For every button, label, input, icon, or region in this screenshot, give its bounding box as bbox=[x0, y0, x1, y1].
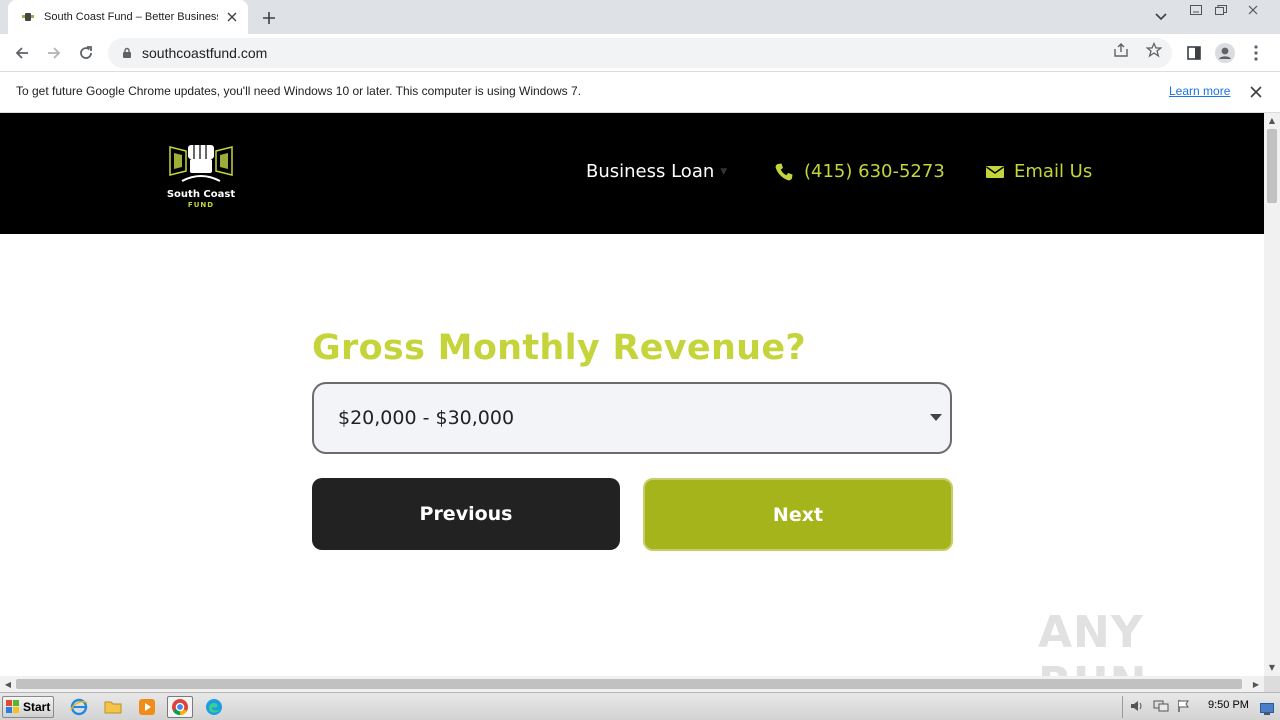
page-viewport: South Coast FUND Business Loan ▼ (415) 6… bbox=[0, 113, 1264, 676]
scroll-left-arrow-icon[interactable]: ◀ bbox=[0, 677, 16, 691]
nav-email-label: Email Us bbox=[1014, 161, 1093, 182]
taskbar-clock[interactable]: 9:50 PM bbox=[1208, 699, 1249, 711]
address-bar[interactable]: southcoastfund.com bbox=[108, 38, 1172, 68]
learn-more-link[interactable]: Learn more bbox=[1169, 84, 1230, 98]
logo-text-name: South Coast bbox=[166, 189, 236, 200]
envelope-icon bbox=[986, 165, 1004, 179]
scroll-up-arrow-icon[interactable]: ▲ bbox=[1264, 113, 1280, 127]
site-logo[interactable]: South Coast FUND bbox=[164, 137, 238, 213]
forward-button[interactable] bbox=[40, 39, 68, 67]
scroll-right-arrow-icon[interactable]: ▶ bbox=[1248, 677, 1264, 691]
internet-explorer-icon[interactable] bbox=[66, 696, 92, 718]
update-infobar: To get future Google Chrome updates, you… bbox=[0, 72, 1280, 113]
share-icon[interactable] bbox=[1112, 41, 1130, 59]
network-icon[interactable] bbox=[1153, 698, 1169, 717]
side-panel-icon[interactable] bbox=[1184, 43, 1204, 63]
tab-title: South Coast Fund – Better Business bbox=[44, 11, 218, 23]
revenue-select-value: $20,000 - $30,000 bbox=[338, 407, 515, 429]
nav-business-loan[interactable]: Business Loan ▼ bbox=[586, 161, 727, 182]
revenue-select[interactable]: $20,000 - $30,000 bbox=[312, 382, 952, 454]
windows-logo-icon bbox=[6, 700, 19, 713]
close-window-button[interactable] bbox=[1240, 2, 1266, 18]
restore-button[interactable] bbox=[1208, 2, 1234, 18]
nav-business-loan-label: Business Loan bbox=[586, 161, 715, 182]
edge-icon[interactable] bbox=[201, 696, 227, 718]
show-desktop-icon[interactable] bbox=[1260, 700, 1274, 719]
back-button[interactable] bbox=[8, 39, 36, 67]
tab-strip: South Coast Fund – Better Business bbox=[0, 0, 1280, 34]
lock-icon[interactable] bbox=[122, 44, 132, 63]
logo-text-fund: FUND bbox=[187, 201, 215, 209]
file-explorer-icon[interactable] bbox=[100, 696, 126, 718]
horizontal-scrollbar[interactable]: ◀ ▶ bbox=[0, 676, 1264, 692]
tab-close-icon[interactable] bbox=[224, 9, 240, 25]
windows-taskbar: Start 9:50 PM bbox=[0, 692, 1280, 720]
infobar-close-icon[interactable] bbox=[1248, 84, 1264, 100]
infobar-message: To get future Google Chrome updates, you… bbox=[16, 84, 582, 98]
new-tab-button[interactable] bbox=[258, 7, 280, 29]
dropdown-arrow-icon bbox=[930, 414, 942, 421]
browser-tab[interactable]: South Coast Fund – Better Business bbox=[8, 0, 248, 34]
minimize-button[interactable] bbox=[1183, 2, 1209, 18]
browser-toolbar: southcoastfund.com bbox=[0, 34, 1280, 72]
site-header: South Coast FUND Business Loan ▼ (415) 6… bbox=[0, 113, 1264, 234]
horizontal-scroll-thumb[interactable] bbox=[16, 679, 1242, 689]
site-favicon-icon bbox=[20, 9, 36, 25]
chevron-down-icon: ▼ bbox=[720, 166, 728, 177]
previous-button[interactable]: Previous bbox=[312, 478, 620, 550]
vertical-scroll-thumb[interactable] bbox=[1267, 129, 1277, 203]
bookmark-star-icon[interactable] bbox=[1145, 41, 1163, 59]
fist-money-logo-icon bbox=[169, 145, 233, 182]
profile-avatar-icon[interactable] bbox=[1215, 43, 1235, 63]
nav-phone-link[interactable]: (415) 630-5273 bbox=[774, 161, 945, 182]
scrollbar-corner bbox=[1264, 676, 1280, 692]
nav-email-link[interactable]: Email Us bbox=[986, 161, 1092, 182]
chrome-taskbar-icon[interactable] bbox=[167, 696, 193, 718]
menu-dots-icon[interactable] bbox=[1246, 43, 1266, 63]
media-player-icon[interactable] bbox=[134, 696, 160, 718]
system-tray bbox=[1122, 696, 1278, 718]
anyrun-watermark: ANY RUN bbox=[1038, 607, 1146, 676]
form-question-heading: Gross Monthly Revenue? bbox=[312, 328, 807, 368]
scroll-down-arrow-icon[interactable]: ▼ bbox=[1264, 660, 1280, 674]
action-center-flag-icon[interactable] bbox=[1177, 698, 1191, 717]
start-label: Start bbox=[23, 700, 51, 714]
phone-icon bbox=[774, 162, 794, 182]
tab-search-icon[interactable] bbox=[1150, 7, 1172, 27]
vertical-scrollbar[interactable]: ▲ ▼ bbox=[1264, 113, 1280, 676]
nav-phone-label: (415) 630-5273 bbox=[804, 161, 945, 182]
volume-icon[interactable] bbox=[1129, 698, 1145, 717]
reload-button[interactable] bbox=[72, 39, 100, 67]
start-button[interactable]: Start bbox=[2, 696, 54, 718]
url-text[interactable]: southcoastfund.com bbox=[142, 45, 267, 61]
next-button[interactable]: Next bbox=[643, 478, 953, 551]
